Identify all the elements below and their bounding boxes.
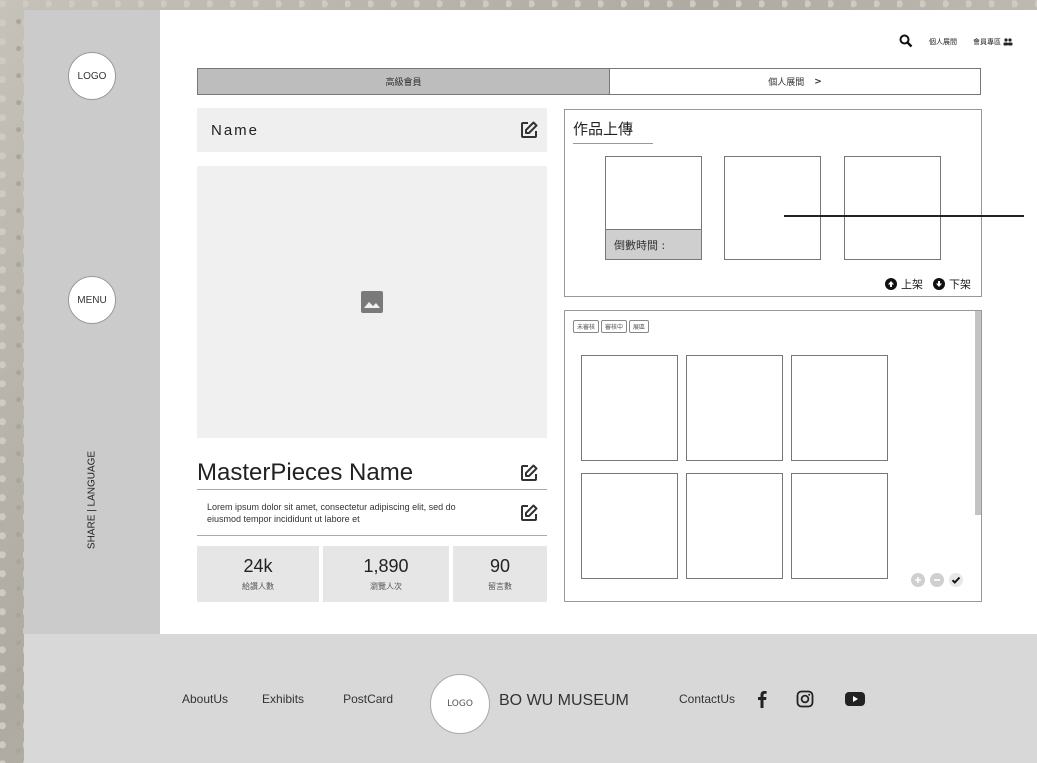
gallery-item[interactable] (791, 355, 888, 461)
stat-views: 1,890 瀏覽人次 (323, 546, 449, 602)
tab-personal-exhibit[interactable]: 個人展間 > (610, 69, 980, 94)
masterpiece-description: Lorem ipsum dolor sit amet, consectetur … (207, 501, 456, 524)
scrollbar[interactable] (975, 311, 981, 515)
shelf-controls: 上架 下架 (885, 276, 971, 292)
upload-slot[interactable] (844, 156, 941, 260)
personal-exhibit-link[interactable]: 個人展間 (929, 37, 957, 47)
stat-likes: 24k 給讚人數 (197, 546, 319, 602)
description-row: Lorem ipsum dolor sit amet, consectetur … (197, 490, 547, 536)
check-icon[interactable] (949, 573, 963, 587)
gallery-panel: 未審核 審核中 展區 (564, 310, 982, 602)
artwork-image-placeholder[interactable] (197, 166, 547, 438)
stat-value: 24k (243, 556, 273, 576)
footer-link-postcard[interactable]: PostCard (343, 692, 393, 706)
sidebar-logo[interactable]: LOGO (68, 52, 116, 100)
upload-slot[interactable] (724, 156, 821, 260)
member-area-label: 會員專區 (973, 38, 1001, 46)
stat-label: 給讚人數 (242, 582, 274, 591)
stat-label: 瀏覽人次 (370, 582, 402, 591)
chevron-right-icon: > (814, 76, 822, 87)
countdown-label: 倒數時間 : (606, 229, 701, 259)
arrow-up-circle-icon[interactable] (885, 278, 897, 290)
tab-premium-member[interactable]: 高級會員 (198, 69, 610, 94)
profile-column: Name MasterPieces Name Lorem ipsum dolor… (197, 108, 547, 602)
member-area-link[interactable]: 會員專區 (973, 37, 1013, 47)
footer-nav-right: ContactUs (679, 634, 866, 763)
tab-personal-exhibit-label: 個人展間 (768, 78, 805, 88)
footer-link-exhibits[interactable]: Exhibits (262, 692, 304, 706)
masterpiece-title-row: MasterPieces Name (197, 456, 547, 490)
tag-unreviewed[interactable]: 未審核 (573, 320, 600, 333)
stat-value: 90 (489, 556, 511, 576)
gallery-item[interactable] (791, 473, 888, 579)
menu-button[interactable]: MENU (68, 276, 116, 324)
gallery-item[interactable] (581, 355, 678, 461)
edit-icon[interactable] (519, 463, 539, 483)
main-panel: 個人展間 會員專區 高級會員 個人展間 > Name MasterPieces … (160, 10, 1037, 634)
footer-logo[interactable]: LOGO (430, 674, 490, 734)
menu-button-label: MENU (77, 294, 107, 306)
name-row: Name (197, 108, 547, 152)
upload-title: 作品上傳 (573, 118, 653, 144)
list-down-button[interactable]: 下架 (949, 276, 971, 292)
tab-premium-member-label: 高級會員 (385, 78, 422, 88)
people-icon (1003, 38, 1013, 46)
upload-panel: 作品上傳 倒數時間 : 上架 下架 (564, 109, 982, 297)
annotation-line (784, 215, 1024, 217)
footer-link-about[interactable]: AboutUs (182, 692, 228, 706)
footer-nav-left: AboutUs Exhibits PostCard (182, 634, 393, 763)
remove-icon[interactable] (930, 573, 944, 587)
search-icon[interactable] (899, 34, 913, 50)
edit-icon[interactable] (519, 120, 539, 140)
top-bar: 個人展間 會員專區 (899, 34, 1013, 50)
facebook-icon[interactable] (757, 690, 767, 708)
profile-name: Name (211, 121, 260, 139)
youtube-icon[interactable] (845, 691, 866, 706)
sidebar-logo-label: LOGO (77, 70, 107, 82)
footer: AboutUs Exhibits PostCard LOGO BO WU MUS… (24, 634, 1037, 763)
image-icon (361, 291, 383, 313)
stat-label: 留言數 (488, 582, 512, 591)
add-icon[interactable] (911, 573, 925, 587)
gallery-item[interactable] (686, 473, 783, 579)
footer-logo-label: LOGO (447, 699, 473, 709)
status-filter-tags: 未審核 審核中 展區 (573, 320, 650, 333)
member-tabs: 高級會員 個人展間 > (197, 68, 981, 95)
sidebar: LOGO MENU SHARE | LANGUAGE (24, 10, 160, 634)
stats-row: 24k 給讚人數 1,890 瀏覽人次 90 留言數 (197, 546, 547, 602)
list-up-button[interactable]: 上架 (901, 276, 923, 292)
museum-name: BO WU MUSEUM (499, 692, 629, 709)
upload-slot[interactable]: 倒數時間 : (605, 156, 702, 260)
gallery-item[interactable] (581, 473, 678, 579)
instagram-icon[interactable] (796, 690, 814, 708)
gallery-item[interactable] (686, 355, 783, 461)
masterpiece-title: MasterPieces Name (197, 458, 414, 486)
arrow-down-circle-icon[interactable] (933, 278, 945, 290)
share-language-link[interactable]: SHARE | LANGUAGE (87, 451, 98, 549)
edit-icon[interactable] (519, 503, 539, 523)
stat-value: 1,890 (363, 556, 409, 576)
tag-exhibit-area[interactable]: 展區 (629, 320, 650, 333)
gallery-controls (911, 573, 963, 587)
tag-reviewing[interactable]: 審核中 (601, 320, 628, 333)
footer-link-contact[interactable]: ContactUs (679, 692, 735, 706)
stat-comments: 90 留言數 (453, 546, 547, 602)
